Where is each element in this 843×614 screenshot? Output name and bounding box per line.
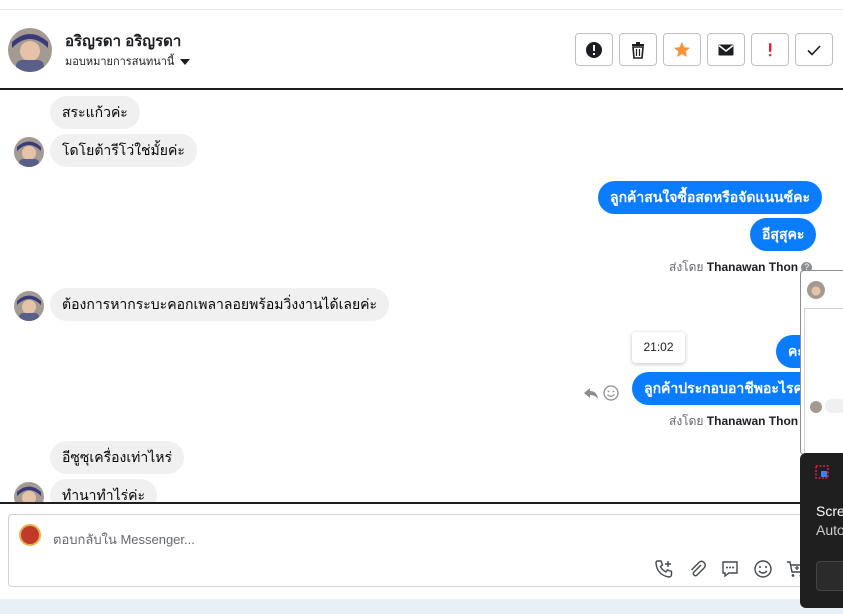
star-icon: [674, 41, 690, 57]
popup-content-frame: [804, 308, 843, 454]
chat-bubble-icon[interactable]: [720, 559, 740, 579]
exclamation-icon: [769, 42, 772, 56]
delete-button[interactable]: [619, 33, 657, 66]
alert-circle-icon: [586, 41, 602, 58]
message-bubble-outgoing[interactable]: อีสุสุคะ: [750, 218, 817, 251]
popup-message: [825, 399, 843, 413]
sent-by-prefix: ส่งโดย: [669, 414, 704, 428]
toast-title: Scre: [816, 503, 843, 519]
message-bubble[interactable]: สระแก้วค่ะ: [50, 96, 140, 129]
composer-toolbar: [654, 559, 806, 579]
toast-action-button[interactable]: [816, 561, 843, 591]
popup-mini-avatar: [810, 401, 822, 413]
reply-input[interactable]: ตอบกลับใน Messenger...: [53, 529, 195, 550]
page-avatar: [19, 524, 41, 546]
assign-conversation-dropdown[interactable]: มอบหมายการสนทนานี้: [65, 52, 191, 70]
follow-up-button[interactable]: [751, 33, 789, 66]
paperclip-icon[interactable]: [687, 559, 707, 579]
message-bubble[interactable]: อีซูซุเครื่องเท่าไหร่: [50, 441, 184, 474]
chat-preview-popup[interactable]: [800, 270, 843, 455]
bottom-strip: [0, 599, 843, 614]
reply-composer: ตอบกลับใน Messenger...: [8, 514, 843, 587]
message-hover-actions: [583, 385, 619, 401]
phone-add-icon[interactable]: [654, 559, 674, 579]
contact-avatar[interactable]: [8, 28, 52, 72]
timestamp-tooltip: 21:02: [632, 332, 685, 363]
contact-mini-avatar: [14, 291, 44, 321]
conversation-header: อริญรดา อริญรดา มอบหมายการสนทนานี้: [0, 10, 843, 90]
message-bubble-outgoing[interactable]: ลูกค้าประกอบอาชีพอะไรคะ: [632, 372, 823, 405]
sender-name: Thanawan Thon: [706, 414, 799, 428]
popup-avatar: [807, 281, 825, 299]
assign-label: มอบหมายการสนทนานี้: [65, 56, 175, 68]
message-bubble[interactable]: โดโยต้ารีโว่ใช่มั้ยค่ะ: [50, 134, 197, 167]
reply-icon[interactable]: [583, 385, 599, 401]
caret-down-icon: [180, 59, 191, 66]
sent-by-label: ส่งโดย Thanawan Thon: [669, 412, 798, 431]
screenshot-toast[interactable]: Scre Auto: [800, 453, 843, 608]
emoji-icon[interactable]: [753, 559, 773, 579]
contact-name: อริญรดา อริญรดา: [65, 33, 182, 50]
toast-subtitle: Auto: [816, 522, 843, 538]
composer-divider: [0, 502, 843, 504]
snip-tool-icon: [815, 465, 829, 479]
conversation-actions: [575, 33, 833, 66]
contact-mini-avatar: [14, 482, 44, 502]
message-bubble[interactable]: ทำนาทำไร่ค่ะ: [50, 479, 158, 502]
sent-by-label: ส่งโดย Thanawan Thon?: [669, 258, 813, 277]
smiley-icon[interactable]: [603, 385, 619, 401]
message-bubble-outgoing[interactable]: ลูกค้าสนใจซื้อสดหรือจัดแนนซ์คะ: [598, 181, 822, 214]
mark-unread-button[interactable]: [707, 33, 745, 66]
message-bubble[interactable]: ต้องการหากระบะคอกเพลาลอยพร้อมวิ่งงานได้เ…: [50, 288, 390, 321]
check-icon: [807, 44, 821, 56]
star-button[interactable]: [663, 33, 701, 66]
contact-mini-avatar: [14, 137, 44, 167]
sent-by-prefix: ส่งโดย: [669, 260, 704, 274]
trash-icon: [632, 41, 644, 59]
sender-name: Thanawan Thon: [706, 260, 799, 274]
message-thread[interactable]: สระแก้วค่ะ โดโยต้ารีโว่ใช่มั้ยค่ะ ลูกค้า…: [0, 90, 843, 502]
mark-spam-button[interactable]: [575, 33, 613, 66]
top-strip: [0, 0, 843, 10]
mark-done-button[interactable]: [795, 33, 833, 66]
envelope-icon: [718, 44, 734, 55]
